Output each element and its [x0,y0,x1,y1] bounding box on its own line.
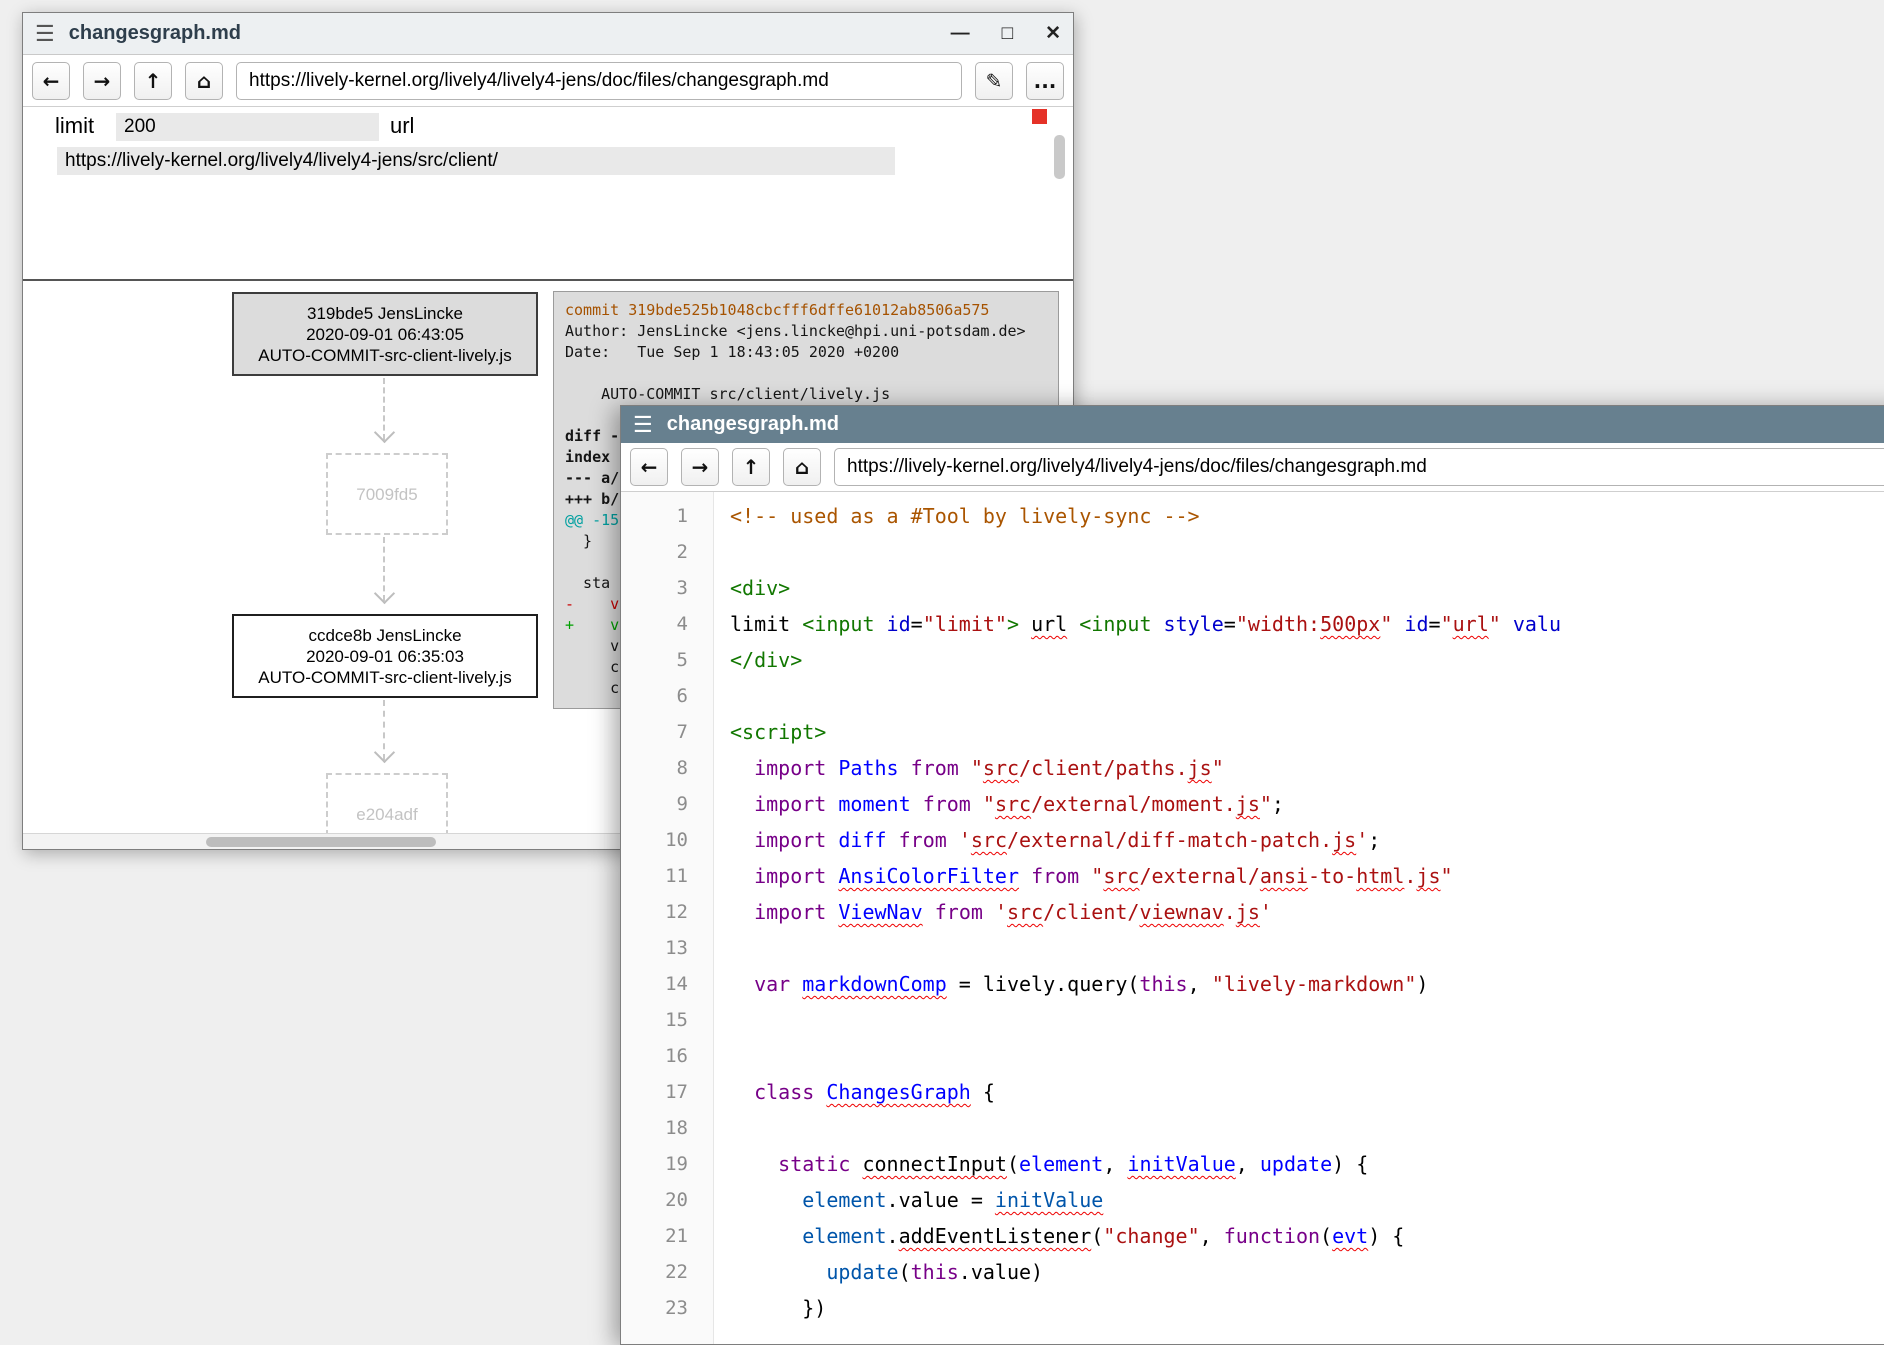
line-number: 22 [621,1254,713,1290]
code-line[interactable]: <!-- used as a #Tool by lively-sync --> [730,498,1884,534]
back-button[interactable]: ← [630,448,668,486]
line-number: 13 [621,930,713,966]
code-line[interactable]: import moment from "src/external/moment.… [730,786,1884,822]
forward-button[interactable]: → [83,62,121,100]
code-line[interactable] [730,930,1884,966]
line-number: 21 [621,1218,713,1254]
code-line[interactable]: limit <input id="limit"> url <input styl… [730,606,1884,642]
code-editor[interactable]: 1234567891011121314151617181920212223 <!… [621,492,1884,1344]
code-line[interactable]: update(this.value) [730,1254,1884,1290]
commit-node[interactable]: ccdce8b JensLincke2020-09-01 06:35:03AUT… [232,614,538,698]
window-title: changesgraph.md [69,22,241,45]
code-line[interactable]: </div> [730,642,1884,678]
commit-node-label: 2020-09-01 06:43:05 [234,324,536,345]
commit-node-label: ccdce8b JensLincke [234,625,536,646]
commit-node[interactable]: 319bde5 JensLincke2020-09-01 06:43:05AUT… [232,292,538,376]
line-number: 16 [621,1038,713,1074]
markdown-form-area: limit 200 url https://lively-kernel.org/… [23,107,1073,281]
code-line[interactable]: import diff from 'src/external/diff-matc… [730,822,1884,858]
line-number: 15 [621,1002,713,1038]
unsaved-indicator [1032,109,1047,124]
editor-code[interactable]: <!-- used as a #Tool by lively-sync --> … [714,492,1884,1344]
line-number: 20 [621,1182,713,1218]
window-changesgraph-front: ☰ changesgraph.md ← → ↑ ⌂ https://lively… [620,405,1884,1345]
forward-button[interactable]: → [681,448,719,486]
window-menu-icon[interactable]: ☰ [35,21,55,47]
url-label: url [390,113,414,139]
code-line[interactable]: element.value = initValue [730,1182,1884,1218]
window-titlebar[interactable]: ☰ changesgraph.md — □ ✕ [23,13,1073,55]
code-line[interactable]: static connectInput(element, initValue, … [730,1146,1884,1182]
commit-node-label: 7009fd5 [328,484,446,505]
commit-detail-line: Date: Tue Sep 1 18:43:05 2020 +0200 [565,342,1047,363]
line-number: 1 [621,498,713,534]
code-line[interactable]: }) [730,1290,1884,1326]
window-menu-icon[interactable]: ☰ [633,412,653,438]
commit-detail-line: AUTO-COMMIT src/client/lively.js [565,384,1047,405]
commit-node[interactable]: 7009fd5 [326,453,448,535]
code-line[interactable]: import ViewNav from 'src/client/viewnav.… [730,894,1884,930]
commit-node[interactable]: e204adf [326,773,448,833]
code-line[interactable] [730,678,1884,714]
line-number: 4 [621,606,713,642]
code-line[interactable]: <div> [730,570,1884,606]
code-line[interactable] [730,1038,1884,1074]
up-button[interactable]: ↑ [732,448,770,486]
horizontal-scrollbar-thumb[interactable] [206,837,436,847]
navigation-bar: ← → ↑ ⌂ https://lively-kernel.org/lively… [621,443,1884,492]
up-button[interactable]: ↑ [134,62,172,100]
code-line[interactable]: class ChangesGraph { [730,1074,1884,1110]
window-title: changesgraph.md [667,413,839,436]
maximize-button[interactable]: □ [1002,23,1013,45]
edit-pencil-button[interactable]: ✎ [975,62,1013,100]
line-number: 9 [621,786,713,822]
commit-node-label: AUTO-COMMIT-src-client-lively.js [234,667,536,688]
commit-node-label: AUTO-COMMIT-src-client-lively.js [234,345,536,366]
back-button[interactable]: ← [32,62,70,100]
line-number: 6 [621,678,713,714]
line-number: 17 [621,1074,713,1110]
line-number: 8 [621,750,713,786]
code-line[interactable]: element.addEventListener("change", funct… [730,1218,1884,1254]
code-line[interactable]: import AnsiColorFilter from "src/externa… [730,858,1884,894]
commit-detail-line [565,363,1047,384]
vertical-scrollbar-thumb[interactable] [1054,135,1065,179]
minimize-button[interactable]: — [951,23,970,45]
commit-node-label: e204adf [328,804,446,825]
line-number: 11 [621,858,713,894]
line-number: 19 [621,1146,713,1182]
line-number: 5 [621,642,713,678]
commit-detail-line: Author: JensLincke <jens.lincke@hpi.uni-… [565,321,1047,342]
limit-input[interactable]: 200 [116,113,379,141]
line-number: 3 [621,570,713,606]
line-number: 23 [621,1290,713,1326]
address-url-field[interactable]: https://lively-kernel.org/lively4/lively… [834,448,1884,486]
code-line[interactable]: import Paths from "src/client/paths.js" [730,750,1884,786]
line-number: 18 [621,1110,713,1146]
close-button[interactable]: ✕ [1045,22,1061,45]
line-number: 14 [621,966,713,1002]
line-number: 10 [621,822,713,858]
code-line[interactable] [730,1002,1884,1038]
line-number: 7 [621,714,713,750]
editor-gutter: 1234567891011121314151617181920212223 [621,492,714,1344]
navigation-bar: ← → ↑ ⌂ https://lively-kernel.org/lively… [23,55,1073,107]
code-line[interactable]: var markdownComp = lively.query(this, "l… [730,966,1884,1002]
more-options-button[interactable]: ... [1026,62,1064,100]
home-button[interactable]: ⌂ [185,62,223,100]
line-number: 12 [621,894,713,930]
code-line[interactable]: <script> [730,714,1884,750]
code-line[interactable] [730,534,1884,570]
address-url-field[interactable]: https://lively-kernel.org/lively4/lively… [236,62,962,100]
commit-detail-line: commit 319bde525b1048cbcfff6dffe61012ab8… [565,300,1047,321]
home-button[interactable]: ⌂ [783,448,821,486]
line-number: 2 [621,534,713,570]
limit-label: limit [55,113,94,139]
window-titlebar[interactable]: ☰ changesgraph.md [621,406,1884,443]
repo-url-input[interactable]: https://lively-kernel.org/lively4/lively… [57,147,895,175]
code-line[interactable] [730,1110,1884,1146]
commit-node-label: 319bde5 JensLincke [234,303,536,324]
commit-node-label: 2020-09-01 06:35:03 [234,646,536,667]
